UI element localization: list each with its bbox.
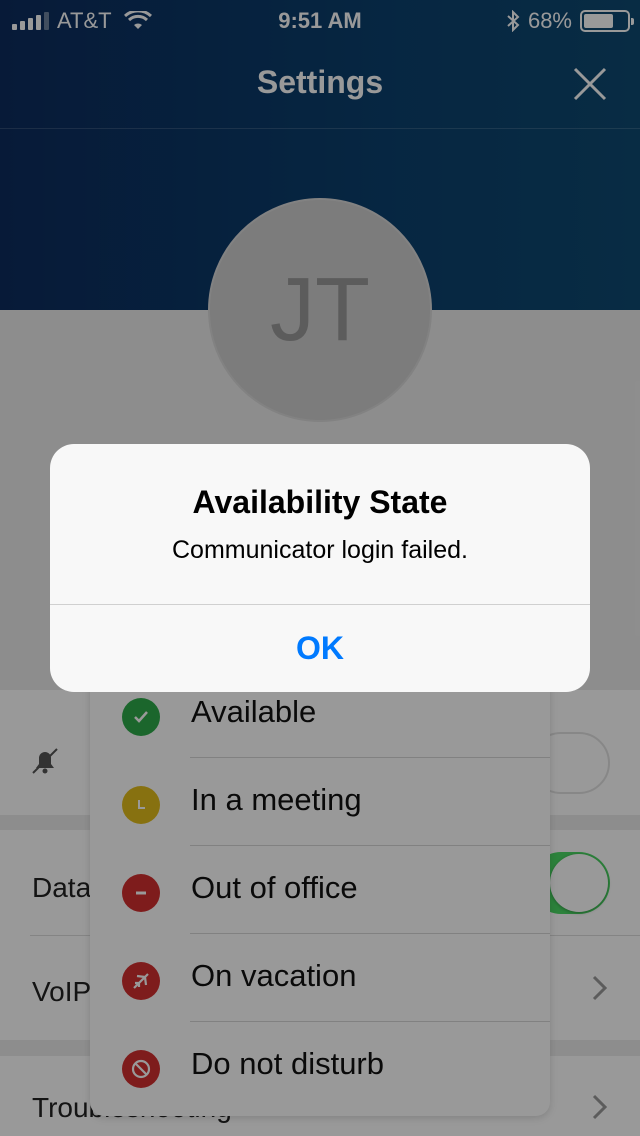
ok-button[interactable]: OK [50,605,590,692]
alert-dialog: Availability State Communicator login fa… [50,444,590,692]
alert-message: Communicator login failed. [172,536,468,564]
alert-title: Availability State [192,484,448,520]
